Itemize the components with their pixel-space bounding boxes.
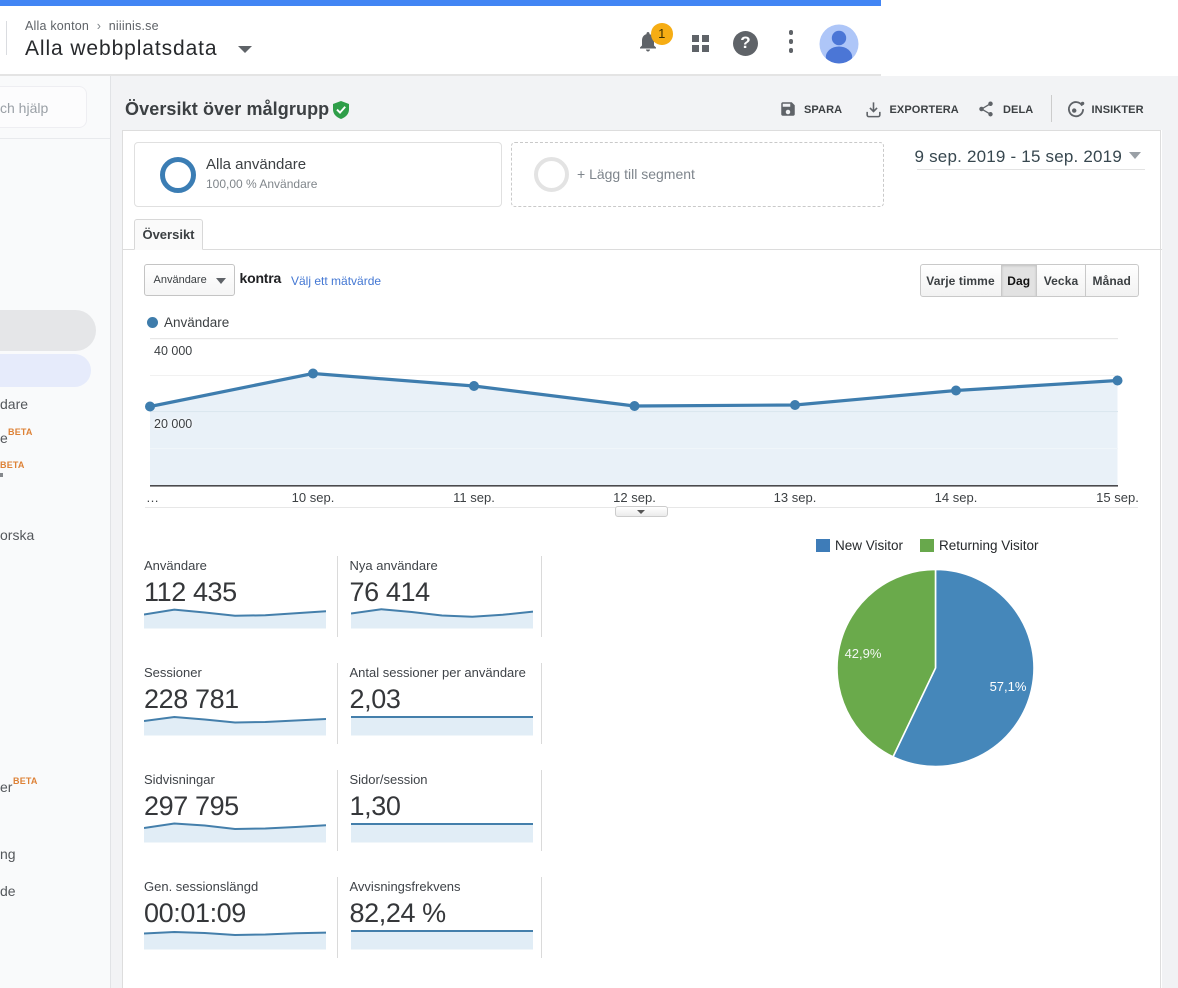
svg-text:57,1%: 57,1% — [990, 679, 1027, 694]
svg-text:42,9%: 42,9% — [845, 646, 882, 661]
